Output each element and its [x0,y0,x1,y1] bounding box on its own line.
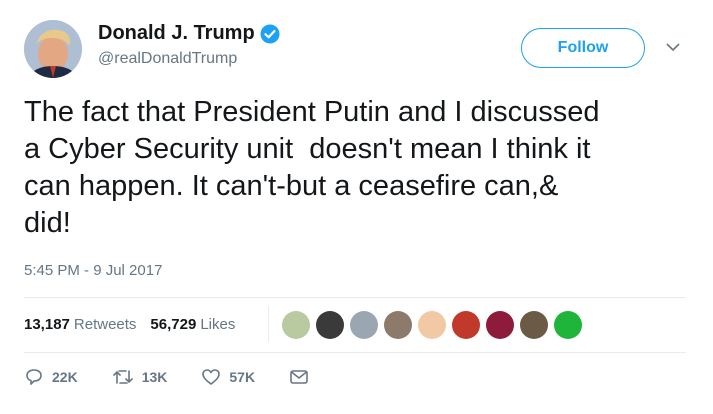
tweet-timestamp[interactable]: 5:45 PM - 9 Jul 2017 [24,262,162,279]
tweet-text: The fact that President Putin and I disc… [24,96,600,239]
like-count: 57K [229,369,256,385]
liker-avatar[interactable] [384,311,412,339]
verified-badge-icon [260,24,280,44]
avatar[interactable] [24,20,82,78]
follow-button[interactable]: Follow [521,28,645,68]
like-button[interactable]: 57K [201,368,255,386]
liker-avatar[interactable] [452,311,480,339]
tweet-stats: 13,187 Retweets 56,729 Likes [24,316,235,333]
display-name[interactable]: Donald J. Trump [98,22,255,45]
liker-avatar[interactable] [316,311,344,339]
liker-avatar[interactable] [486,311,514,339]
divider [24,352,686,353]
divider [24,297,686,298]
envelope-icon [290,370,308,384]
heart-icon [202,369,221,385]
user-handle[interactable]: @realDonaldTrump [98,50,237,68]
stats-separator [268,306,269,342]
liker-avatar[interactable] [282,311,310,339]
retweets-label[interactable]: Retweets [74,316,137,333]
reply-button[interactable]: 22K [24,368,78,386]
likes-label[interactable]: Likes [200,316,235,333]
liker-avatar[interactable] [520,311,548,339]
retweet-button[interactable]: 13K [112,368,168,386]
chevron-down-icon[interactable] [665,40,681,52]
reply-count: 22K [52,369,78,385]
liker-avatar[interactable] [554,311,582,339]
liker-avatar[interactable] [350,311,378,339]
direct-message-button[interactable] [289,369,317,385]
liker-avatars [282,311,588,339]
liker-avatar[interactable] [418,311,446,339]
tweet-actions: 22K 13K 57K [24,368,351,386]
likes-count[interactable]: 56,729 [150,316,196,333]
retweet-count: 13K [141,369,168,385]
reply-icon [26,369,42,385]
retweets-count[interactable]: 13,187 [24,316,70,333]
retweet-icon [112,370,133,384]
